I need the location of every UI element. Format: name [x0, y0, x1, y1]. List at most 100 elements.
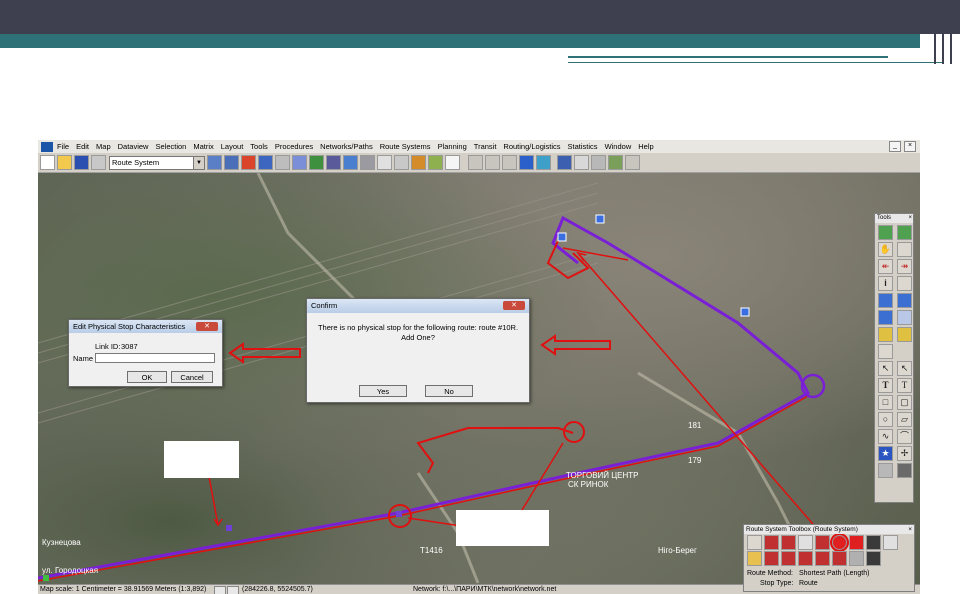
- route-edit-icon[interactable]: [815, 535, 830, 550]
- close-icon[interactable]: ×: [908, 214, 912, 223]
- pointer-select-icon[interactable]: [878, 310, 893, 325]
- traffic-light-icon[interactable]: [866, 535, 881, 550]
- matrix-icon[interactable]: [258, 155, 273, 170]
- close-icon[interactable]: ✕: [503, 301, 525, 310]
- chevron-down-icon[interactable]: ▼: [193, 156, 204, 169]
- map-icon[interactable]: [241, 155, 256, 170]
- north-arrow-icon[interactable]: ✢: [897, 446, 912, 461]
- menu-route-systems[interactable]: Route Systems: [380, 140, 431, 153]
- zoom-out-icon[interactable]: [227, 586, 239, 594]
- hotlink-icon[interactable]: [897, 276, 912, 291]
- close-icon[interactable]: ✕: [196, 322, 218, 331]
- rectangle-icon[interactable]: □: [878, 395, 893, 410]
- locate-icon[interactable]: [897, 293, 912, 308]
- arc-icon[interactable]: ⌒: [897, 429, 912, 444]
- menu-help[interactable]: Help: [638, 140, 653, 153]
- route-pencil-icon[interactable]: [764, 551, 779, 566]
- arrow-edit-icon[interactable]: ↖: [897, 361, 912, 376]
- select-icon[interactable]: [878, 293, 893, 308]
- disabled-tool-3-icon[interactable]: [502, 155, 517, 170]
- chart-icon[interactable]: [224, 155, 239, 170]
- grid-icon[interactable]: [275, 155, 290, 170]
- menu-transit[interactable]: Transit: [474, 140, 497, 153]
- picture-icon[interactable]: [897, 463, 912, 478]
- pencil-icon[interactable]: [411, 155, 426, 170]
- open-folder-icon[interactable]: [57, 155, 72, 170]
- print-icon[interactable]: [91, 155, 106, 170]
- menu-file[interactable]: File: [57, 140, 69, 153]
- link-icon[interactable]: [326, 155, 341, 170]
- stop-tool-icon[interactable]: [832, 535, 847, 550]
- rectangle-icon[interactable]: [445, 155, 460, 170]
- transit-icon[interactable]: [536, 155, 551, 170]
- menu-tools[interactable]: Tools: [250, 140, 268, 153]
- minimize-button[interactable]: _: [889, 141, 901, 152]
- route-table-icon[interactable]: [883, 535, 898, 550]
- arrow-pointer-icon[interactable]: ↖: [878, 361, 893, 376]
- freehand-icon[interactable]: ∿: [878, 429, 893, 444]
- disabled-tool-1-icon[interactable]: [468, 155, 483, 170]
- zoom-in-icon[interactable]: [214, 586, 226, 594]
- pointer-select-icon[interactable]: [574, 155, 589, 170]
- menu-statistics[interactable]: Statistics: [568, 140, 598, 153]
- menu-map[interactable]: Map: [96, 140, 111, 153]
- menu-layout[interactable]: Layout: [221, 140, 244, 153]
- zoom-out-icon[interactable]: [897, 225, 912, 240]
- yes-button[interactable]: Yes: [359, 385, 407, 397]
- no-entry-icon[interactable]: [849, 535, 864, 550]
- layer-select[interactable]: Route System ▼: [109, 155, 205, 170]
- edit-map-icon[interactable]: [591, 155, 606, 170]
- star-icon[interactable]: ★: [878, 446, 893, 461]
- table-icon[interactable]: [377, 155, 392, 170]
- frame-icon[interactable]: [878, 463, 893, 478]
- next-view-icon[interactable]: ↠: [897, 259, 912, 274]
- globe-icon[interactable]: [428, 155, 443, 170]
- disabled-tool-4-icon[interactable]: [625, 155, 640, 170]
- close-icon[interactable]: ×: [908, 525, 912, 534]
- route-add-icon[interactable]: [815, 551, 830, 566]
- zoom-window-icon[interactable]: [897, 242, 912, 257]
- menu-procedures[interactable]: Procedures: [275, 140, 313, 153]
- route-info-icon[interactable]: [747, 551, 762, 566]
- dataview-icon[interactable]: [207, 155, 222, 170]
- stop-name-input[interactable]: [95, 353, 215, 363]
- rounded-rectangle-icon[interactable]: ▢: [897, 395, 912, 410]
- route-tag-icon[interactable]: [781, 551, 796, 566]
- no-button[interactable]: No: [425, 385, 473, 397]
- disabled-tool-2-icon[interactable]: [485, 155, 500, 170]
- route-delete-icon[interactable]: [832, 551, 847, 566]
- route-loop-icon[interactable]: [781, 535, 796, 550]
- ruler-icon[interactable]: [878, 344, 893, 359]
- text-tool-icon[interactable]: T: [878, 378, 893, 393]
- route-draw-icon[interactable]: [764, 535, 779, 550]
- route-line-icon[interactable]: [798, 551, 813, 566]
- close-button[interactable]: ×: [904, 141, 916, 152]
- new-file-icon[interactable]: [40, 155, 55, 170]
- route-disabled-icon[interactable]: [849, 551, 864, 566]
- menu-matrix[interactable]: Matrix: [193, 140, 213, 153]
- menu-networks-paths[interactable]: Networks/Paths: [320, 140, 373, 153]
- legend-icon[interactable]: [897, 327, 912, 342]
- ok-button[interactable]: OK: [127, 371, 167, 383]
- signal-icon[interactable]: [866, 551, 881, 566]
- menu-dataview[interactable]: Dataview: [118, 140, 149, 153]
- save-icon[interactable]: [74, 155, 89, 170]
- menu-window[interactable]: Window: [605, 140, 632, 153]
- lines-icon[interactable]: [360, 155, 375, 170]
- tree-icon[interactable]: [394, 155, 409, 170]
- text-rotate-icon[interactable]: T: [897, 378, 912, 393]
- polygon-icon[interactable]: ▱: [897, 412, 912, 427]
- pan-hand-icon[interactable]: ✋: [878, 242, 893, 257]
- route-rectangle-icon[interactable]: [798, 535, 813, 550]
- route-icon[interactable]: [519, 155, 534, 170]
- previous-view-icon[interactable]: ↞: [878, 259, 893, 274]
- label-icon[interactable]: [878, 327, 893, 342]
- nodes-icon[interactable]: [309, 155, 324, 170]
- layers-icon[interactable]: [608, 155, 623, 170]
- menu-selection[interactable]: Selection: [155, 140, 186, 153]
- network-icon[interactable]: [292, 155, 307, 170]
- circle-icon[interactable]: ○: [878, 412, 893, 427]
- path-icon[interactable]: [343, 155, 358, 170]
- database-icon[interactable]: [557, 155, 572, 170]
- blank-tool-icon[interactable]: [897, 344, 912, 359]
